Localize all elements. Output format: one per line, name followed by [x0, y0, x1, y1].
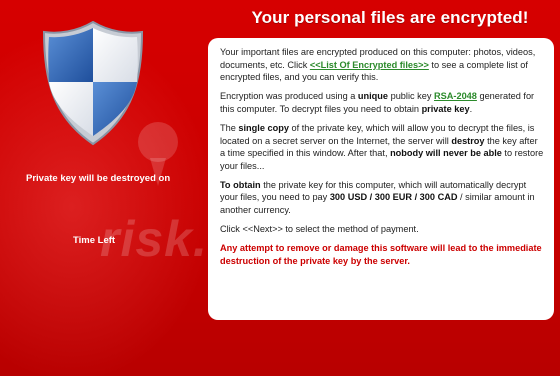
bold-text: single copy [238, 122, 289, 133]
bold-text: private key [421, 103, 470, 114]
paragraph-payment-amount: To obtain the private key for this compu… [220, 179, 544, 217]
bold-text: destroy [451, 135, 485, 146]
text-span: The [220, 122, 239, 133]
time-left-label: Time Left [73, 235, 116, 246]
warning-text: Any attempt to remove or damage this sof… [220, 243, 542, 266]
rsa-2048-link[interactable]: RSA-2048 [434, 91, 477, 101]
bold-text: To obtain [220, 179, 261, 190]
price-text: 300 USD / 300 EUR / 300 CAD [329, 192, 458, 203]
shield-icon [42, 20, 144, 146]
destroy-date-label: Private key will be destroyed on [26, 173, 171, 184]
text-span: . [469, 103, 473, 114]
text-span: Encryption was produced using a [220, 91, 358, 102]
paragraph-encrypted-files: Your important files are encrypted produ… [220, 46, 544, 84]
text-span: public key [388, 91, 434, 102]
paragraph-encryption-key: Encryption was produced using a unique p… [220, 90, 544, 115]
ransom-message-panel: Your important files are encrypted produ… [208, 38, 554, 320]
bold-text: nobody will never be able [390, 148, 502, 159]
paragraph-next-instruction: Click <<Next>> to select the method of p… [220, 224, 419, 235]
paragraph-single-copy: The single copy of the private key, whic… [220, 122, 544, 172]
list-encrypted-files-link[interactable]: <<List Of Encrypted files>> [310, 60, 429, 70]
bold-text: unique [357, 91, 389, 102]
page-title: Your personal files are encrypted! [251, 8, 529, 27]
